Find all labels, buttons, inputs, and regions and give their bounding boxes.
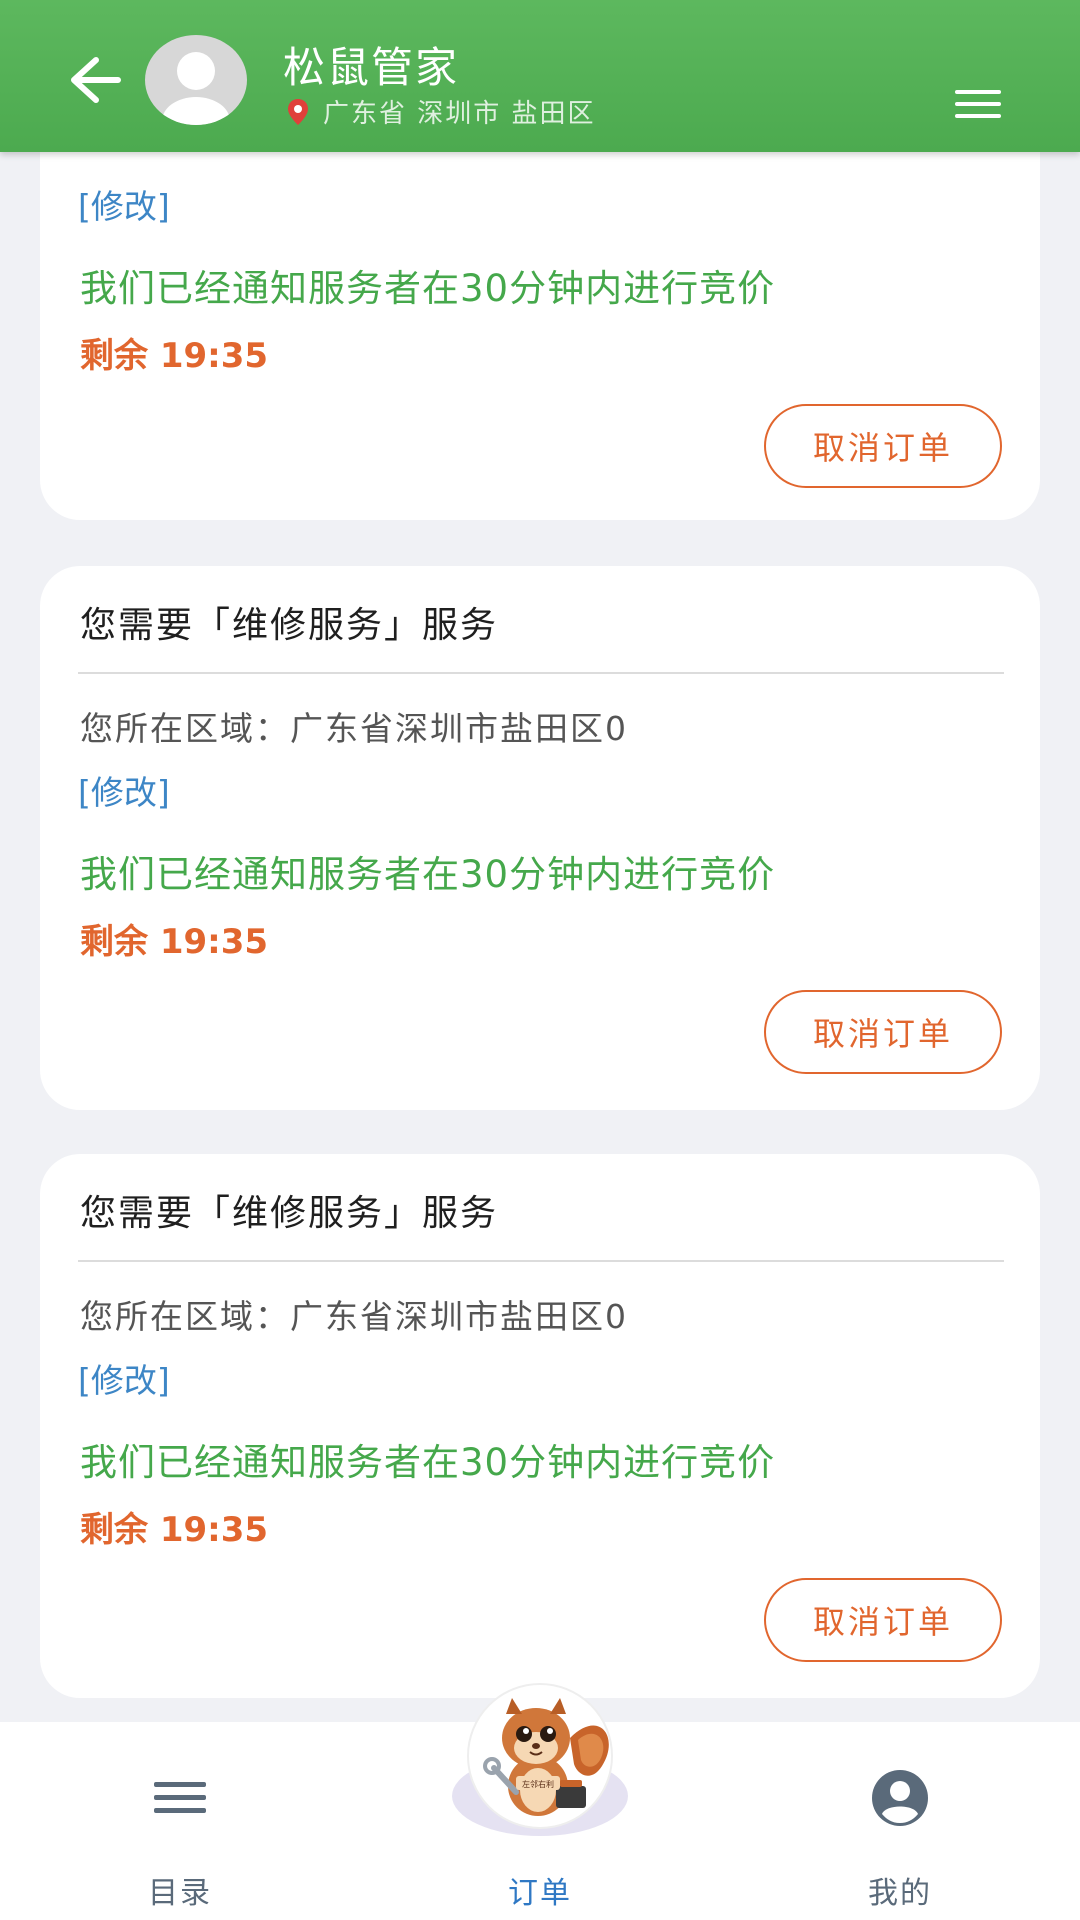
mascot-badge-text: 左邻右利 bbox=[522, 1779, 554, 1789]
remaining-time: 剩余 19:35 bbox=[80, 922, 269, 962]
bidding-notice: 我们已经通知服务者在30分钟内进行竞价 bbox=[80, 853, 776, 896]
orders-mascot-button[interactable]: 左邻右利 bbox=[450, 1668, 630, 1840]
service-area: 您所在区域：广东省深圳市盐田区0 bbox=[80, 709, 628, 748]
user-placeholder-icon bbox=[162, 52, 230, 125]
nav-label: 目录 bbox=[148, 1876, 212, 1911]
edit-link[interactable]: [修改] bbox=[78, 180, 170, 228]
user-icon bbox=[872, 1770, 928, 1826]
menu-icon bbox=[154, 1782, 206, 1813]
squirrel-mascot-icon: 左邻右利 bbox=[452, 1683, 628, 1836]
remaining-time: 剩余 19:35 bbox=[80, 336, 269, 376]
app-header: 松鼠管家 广东省 深圳市 盐田区 bbox=[0, 0, 1080, 152]
nav-label: 订单 bbox=[508, 1876, 572, 1911]
order-card: 您需要「维修服务」服务 您所在区域：广东省深圳市盐田区0 [修改] 我们已经通知… bbox=[40, 566, 1040, 1110]
location-text: 广东省 深圳市 盐田区 bbox=[323, 99, 596, 129]
bidding-notice: 我们已经通知服务者在30分钟内进行竞价 bbox=[80, 267, 776, 310]
nav-item-catalog[interactable]: 目录 bbox=[70, 1722, 290, 1920]
nav-item-mine[interactable]: 我的 bbox=[790, 1722, 1010, 1920]
bidding-notice: 我们已经通知服务者在30分钟内进行竞价 bbox=[80, 1441, 776, 1484]
orders-screen: [修改] 我们已经通知服务者在30分钟内进行竞价 剩余 19:35 取消订单 您… bbox=[0, 0, 1080, 1920]
edit-link[interactable]: [修改] bbox=[78, 1354, 170, 1402]
divider bbox=[78, 672, 1004, 674]
service-area: 您所在区域：广东省深圳市盐田区0 bbox=[80, 1297, 628, 1336]
back-arrow-icon[interactable] bbox=[64, 52, 124, 108]
cancel-order-button[interactable]: 取消订单 bbox=[764, 990, 1002, 1074]
location-pin-icon bbox=[288, 98, 308, 125]
service-title: 您需要「维修服务」服务 bbox=[80, 1193, 499, 1234]
cancel-order-button[interactable]: 取消订单 bbox=[764, 404, 1002, 488]
divider bbox=[78, 1260, 1004, 1262]
service-title: 您需要「维修服务」服务 bbox=[80, 605, 499, 646]
order-card: 您需要「维修服务」服务 您所在区域：广东省深圳市盐田区0 [修改] 我们已经通知… bbox=[40, 1154, 1040, 1698]
nav-label: 我的 bbox=[868, 1876, 932, 1911]
remaining-time: 剩余 19:35 bbox=[80, 1510, 269, 1550]
edit-link[interactable]: [修改] bbox=[78, 766, 170, 814]
app-title: 松鼠管家 bbox=[283, 43, 460, 92]
cancel-order-button[interactable]: 取消订单 bbox=[764, 1578, 1002, 1662]
menu-icon[interactable] bbox=[955, 90, 1001, 118]
location-row[interactable]: 广东省 深圳市 盐田区 bbox=[283, 93, 596, 130]
avatar[interactable] bbox=[145, 35, 247, 125]
